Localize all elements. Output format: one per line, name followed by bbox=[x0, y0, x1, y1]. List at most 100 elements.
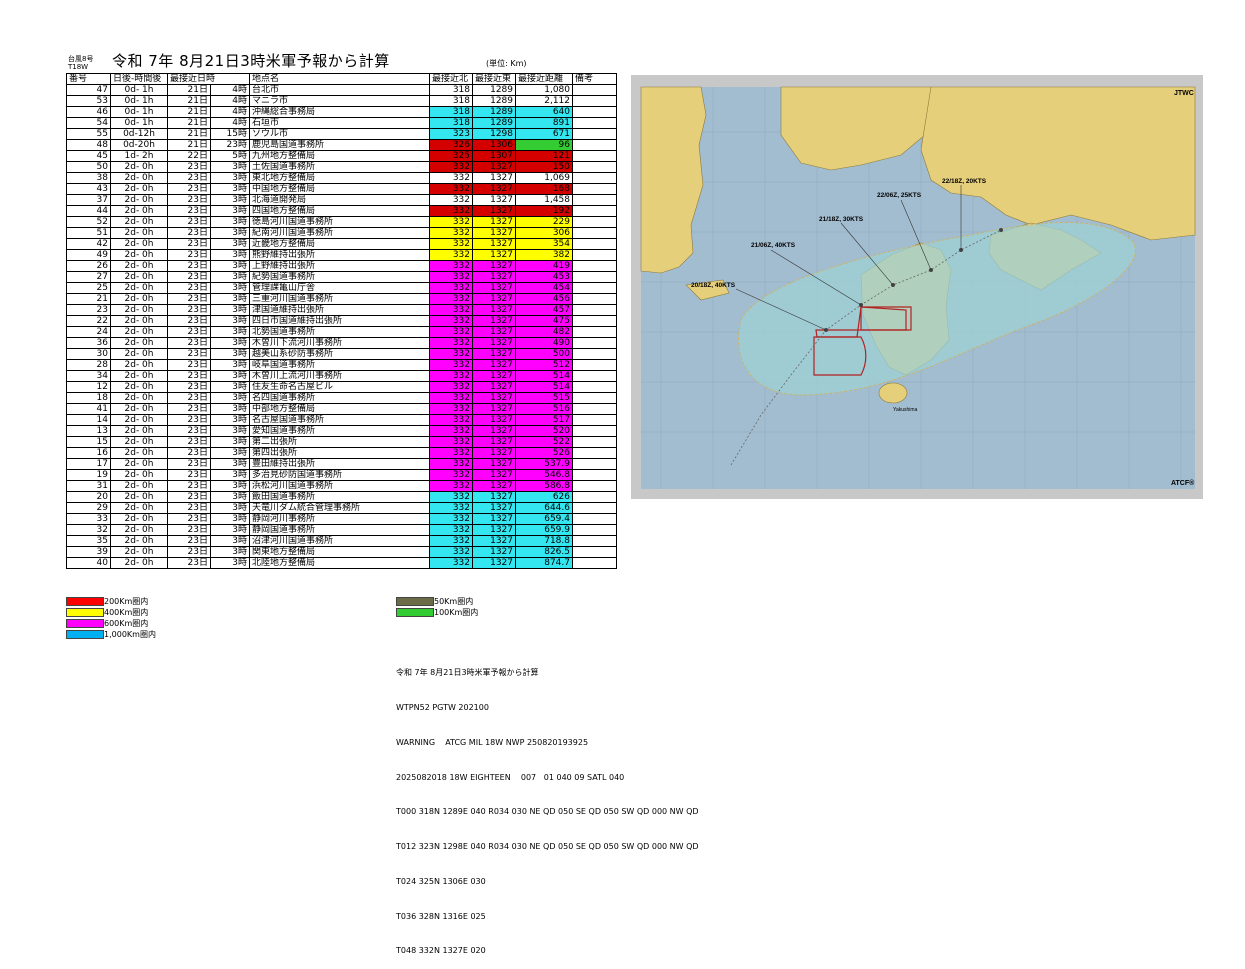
row-id: 48 bbox=[66, 139, 111, 151]
table-row: 31 2d- 0h 23日 3時 浜松河川国道事務所 332 1327 586.8 bbox=[66, 480, 617, 492]
row-id: 23 bbox=[66, 304, 111, 316]
row-hour: 3時 bbox=[210, 370, 250, 382]
row-hour: 3時 bbox=[210, 183, 250, 195]
row-lat: 332 bbox=[429, 216, 473, 228]
table-row: 46 0d- 1h 21日 4時 沖縄総合事務局 318 1289 640 bbox=[66, 106, 617, 118]
row-dist: 671 bbox=[515, 128, 573, 140]
warning-line: WARNING ATCG MIL 18W NWP 250820193925 bbox=[396, 737, 589, 747]
row-after: 2d- 0h bbox=[110, 403, 168, 415]
row-name: 紀勢国道事務所 bbox=[249, 271, 430, 283]
col-header-lon: 最接近東 bbox=[472, 73, 516, 85]
row-lon: 1327 bbox=[472, 238, 516, 250]
row-day: 21日 bbox=[167, 128, 211, 140]
row-hour: 3時 bbox=[210, 546, 250, 558]
row-note bbox=[572, 403, 617, 415]
row-lon: 1327 bbox=[472, 535, 516, 547]
row-lat: 332 bbox=[429, 491, 473, 503]
table-row: 24 2d- 0h 23日 3時 北勢国道事務所 332 1327 482 bbox=[66, 326, 617, 338]
row-lon: 1298 bbox=[472, 128, 516, 140]
row-id: 38 bbox=[66, 172, 111, 184]
row-dist: 229 bbox=[515, 216, 573, 228]
row-lat: 332 bbox=[429, 161, 473, 173]
row-id: 37 bbox=[66, 194, 111, 206]
legend-swatch bbox=[66, 630, 104, 639]
row-hour: 3時 bbox=[210, 502, 250, 514]
row-lat: 332 bbox=[429, 282, 473, 294]
table-row: 14 2d- 0h 23日 3時 名古屋国道事務所 332 1327 517 bbox=[66, 414, 617, 426]
row-after: 2d- 0h bbox=[110, 348, 168, 360]
row-name: 土佐国道事務所 bbox=[249, 161, 430, 173]
row-dist: 626 bbox=[515, 491, 573, 503]
row-dist: 718.8 bbox=[515, 535, 573, 547]
row-day: 23日 bbox=[167, 172, 211, 184]
warning-line: WTPN52 PGTW 202100 bbox=[396, 702, 489, 712]
row-after: 2d- 0h bbox=[110, 315, 168, 327]
row-note bbox=[572, 227, 617, 239]
row-id: 14 bbox=[66, 414, 111, 426]
row-hour: 3時 bbox=[210, 414, 250, 426]
row-hour: 3時 bbox=[210, 260, 250, 272]
row-name: 第四出張所 bbox=[249, 447, 430, 459]
row-id: 39 bbox=[66, 546, 111, 558]
row-id: 15 bbox=[66, 436, 111, 448]
row-id: 41 bbox=[66, 403, 111, 415]
row-id: 25 bbox=[66, 282, 111, 294]
row-lon: 1327 bbox=[472, 172, 516, 184]
row-lon: 1327 bbox=[472, 370, 516, 382]
row-name: 四国地方整備局 bbox=[249, 205, 430, 217]
row-dist: 490 bbox=[515, 337, 573, 349]
row-dist: 514 bbox=[515, 381, 573, 393]
row-name: 九州地方整備局 bbox=[249, 150, 430, 162]
row-id: 30 bbox=[66, 348, 111, 360]
row-lon: 1289 bbox=[472, 95, 516, 107]
row-dist: 874.7 bbox=[515, 557, 573, 569]
row-day: 23日 bbox=[167, 282, 211, 294]
row-after: 2d- 0h bbox=[110, 458, 168, 470]
row-id: 31 bbox=[66, 480, 111, 492]
row-lon: 1327 bbox=[472, 227, 516, 239]
row-hour: 3時 bbox=[210, 304, 250, 316]
row-day: 23日 bbox=[167, 447, 211, 459]
row-dist: 514 bbox=[515, 370, 573, 382]
table-row: 38 2d- 0h 23日 3時 東北地方整備局 332 1327 1,069 bbox=[66, 172, 617, 184]
row-dist: 453 bbox=[515, 271, 573, 283]
row-after: 2d- 0h bbox=[110, 326, 168, 338]
row-lat: 332 bbox=[429, 238, 473, 250]
row-id: 55 bbox=[66, 128, 111, 140]
row-note bbox=[572, 293, 617, 305]
row-id: 50 bbox=[66, 161, 111, 173]
row-name: 熊野維持出張所 bbox=[249, 249, 430, 261]
row-lon: 1327 bbox=[472, 337, 516, 349]
row-after: 2d- 0h bbox=[110, 304, 168, 316]
row-day: 23日 bbox=[167, 425, 211, 437]
row-id: 24 bbox=[66, 326, 111, 338]
row-lon: 1289 bbox=[472, 106, 516, 118]
col-header-name: 地点名 bbox=[249, 73, 430, 85]
row-hour: 5時 bbox=[210, 150, 250, 162]
row-name: 木曽川上流河川事務所 bbox=[249, 370, 430, 382]
legend-200km: 200Km圏内 bbox=[66, 597, 148, 607]
row-note bbox=[572, 216, 617, 228]
row-dist: 644.6 bbox=[515, 502, 573, 514]
row-after: 2d- 0h bbox=[110, 392, 168, 404]
row-lat: 332 bbox=[429, 557, 473, 569]
row-hour: 3時 bbox=[210, 381, 250, 393]
legend-label: 50Km圏内 bbox=[434, 597, 474, 606]
table-row: 20 2d- 0h 23日 3時 飯田国道事務所 332 1327 626 bbox=[66, 491, 617, 503]
row-day: 23日 bbox=[167, 205, 211, 217]
row-lat: 326 bbox=[429, 139, 473, 151]
row-dist: 121 bbox=[515, 150, 573, 162]
row-name: 紀南河川国道事務所 bbox=[249, 227, 430, 239]
legend-label: 1,000Km圏内 bbox=[104, 630, 156, 639]
row-dist: 1,458 bbox=[515, 194, 573, 206]
row-after: 2d- 0h bbox=[110, 480, 168, 492]
row-name: マニラ市 bbox=[249, 95, 430, 107]
row-day: 23日 bbox=[167, 227, 211, 239]
row-lat: 332 bbox=[429, 359, 473, 371]
warning-line: T000 318N 1289E 040 R034 030 NE QD 050 S… bbox=[396, 807, 699, 817]
table-row: 32 2d- 0h 23日 3時 静岡国道事務所 332 1327 659.9 bbox=[66, 524, 617, 536]
row-note bbox=[572, 436, 617, 448]
row-id: 13 bbox=[66, 425, 111, 437]
row-dist: 512 bbox=[515, 359, 573, 371]
row-id: 20 bbox=[66, 491, 111, 503]
